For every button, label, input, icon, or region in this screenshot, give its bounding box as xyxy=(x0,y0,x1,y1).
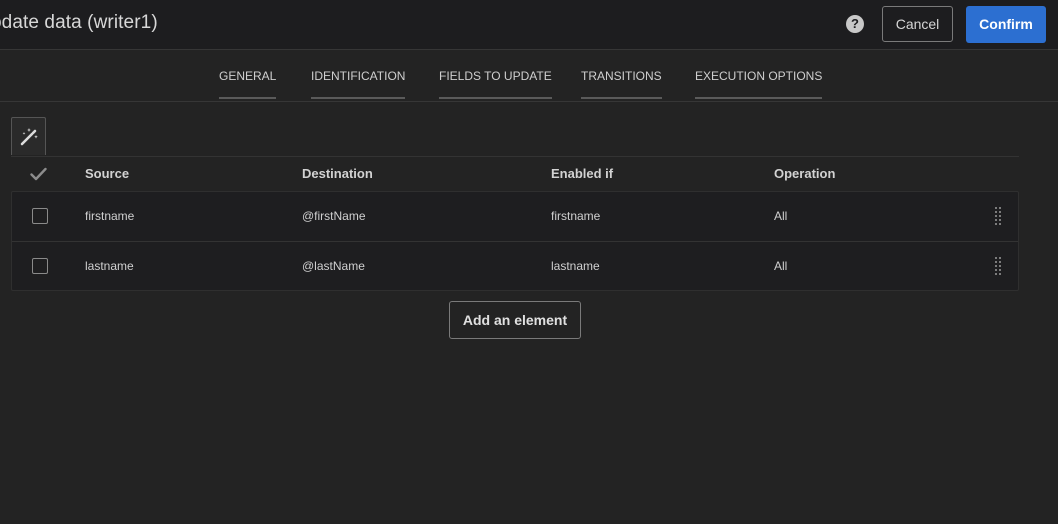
drag-handle-icon[interactable] xyxy=(994,206,1002,226)
confirm-button[interactable]: Confirm xyxy=(966,6,1046,43)
tab-identification[interactable]: IDENTIFICATION xyxy=(311,69,406,99)
select-all-check-icon[interactable] xyxy=(30,167,47,181)
dialog-header: odate data (writer1) ? Cancel Confirm xyxy=(0,0,1058,50)
magic-wand-button[interactable] xyxy=(11,117,46,155)
cell-source: lastname xyxy=(85,259,134,273)
tab-bar: GENERAL IDENTIFICATION FIELDS TO UPDATE … xyxy=(0,50,1058,102)
column-header-enabled-if[interactable]: Enabled if xyxy=(551,166,613,181)
drag-handle-icon[interactable] xyxy=(994,256,1002,276)
cell-destination: @firstName xyxy=(302,209,366,223)
column-header-source[interactable]: Source xyxy=(85,166,129,181)
table-row[interactable]: firstname @firstName firstname All xyxy=(12,192,1018,241)
table-header: Source Destination Enabled if Operation xyxy=(11,156,1019,192)
fields-table: Source Destination Enabled if Operation … xyxy=(11,156,1019,291)
tab-execution-options[interactable]: EXECUTION OPTIONS xyxy=(695,69,823,99)
cell-operation: All xyxy=(774,259,788,273)
tab-transitions[interactable]: TRANSITIONS xyxy=(581,69,662,99)
column-header-operation[interactable]: Operation xyxy=(774,166,835,181)
dialog-title: odate data (writer1) xyxy=(0,12,158,33)
cell-source: firstname xyxy=(85,209,135,223)
cancel-button[interactable]: Cancel xyxy=(882,6,953,42)
cell-enabled-if: firstname xyxy=(551,209,601,223)
table-row[interactable]: lastname @lastName lastname All xyxy=(12,241,1018,291)
tab-general[interactable]: GENERAL xyxy=(219,69,277,99)
add-element-button[interactable]: Add an element xyxy=(449,301,581,339)
column-header-destination[interactable]: Destination xyxy=(302,166,373,181)
table-body: firstname @firstName firstname All lastn… xyxy=(11,191,1019,291)
tab-fields-to-update[interactable]: FIELDS TO UPDATE xyxy=(439,69,552,99)
row-checkbox[interactable] xyxy=(32,208,48,224)
cell-operation: All xyxy=(774,209,788,223)
magic-wand-icon xyxy=(20,128,38,146)
row-checkbox[interactable] xyxy=(32,258,48,274)
cell-enabled-if: lastname xyxy=(551,259,600,273)
cell-destination: @lastName xyxy=(302,259,365,273)
help-icon[interactable]: ? xyxy=(846,15,864,33)
